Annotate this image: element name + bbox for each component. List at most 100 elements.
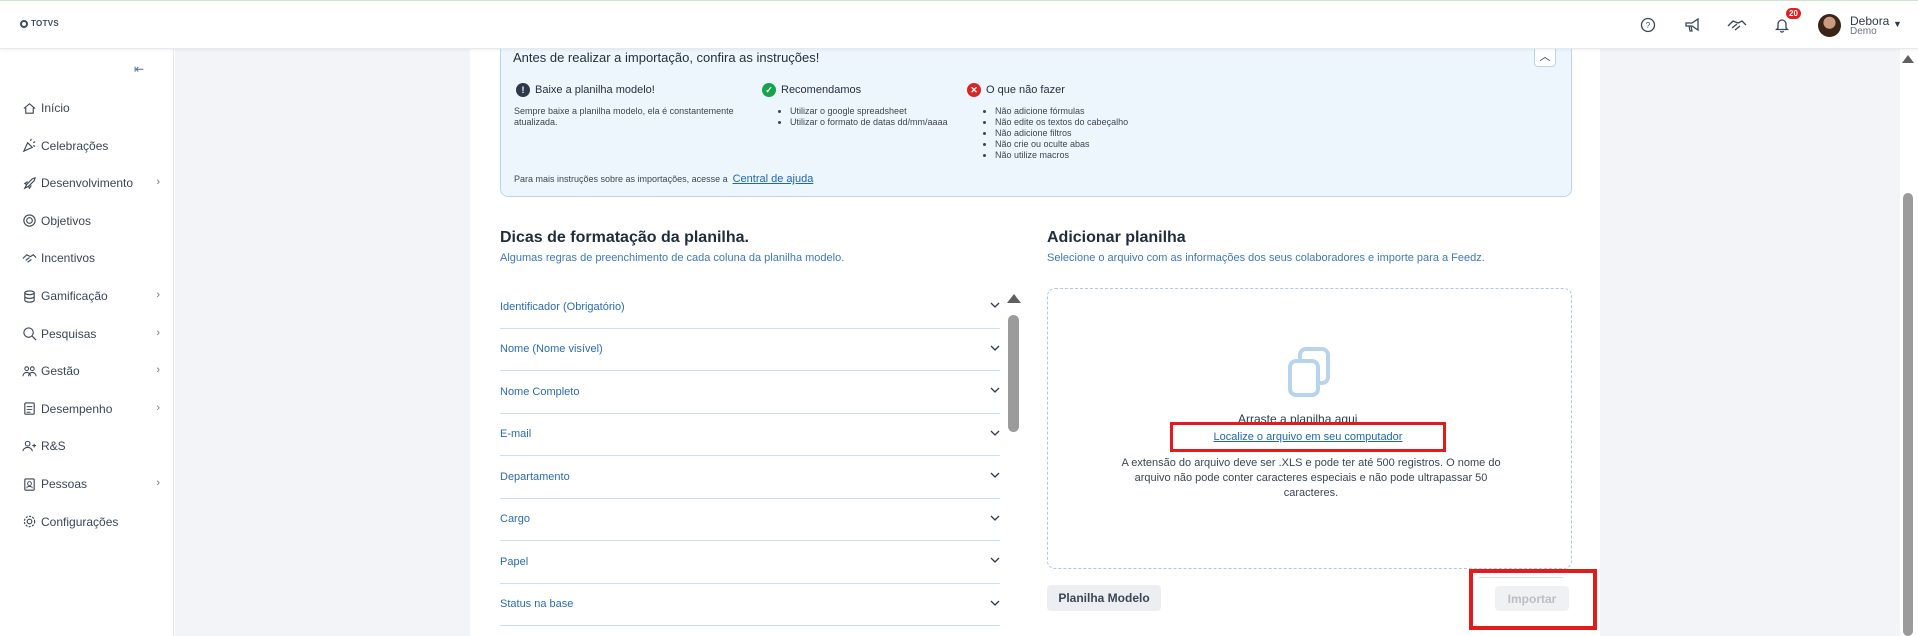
accordion-item-label: Departamento: [500, 470, 570, 483]
sidebar-item-configuracoes[interactable]: Configurações: [22, 510, 160, 534]
list-item: Utilizar o formato de datas dd/mm/aaaa: [790, 117, 948, 128]
chevron-right-icon: ›: [156, 326, 160, 339]
help-footer-text: Para mais instruções sobre as importaçõe…: [514, 174, 728, 184]
chevron-right-icon: ›: [156, 477, 160, 489]
megaphone-icon[interactable]: [1683, 15, 1703, 35]
sidebar-item-label: Celebrações: [41, 138, 109, 153]
accordion-item[interactable]: Departamento: [500, 456, 1000, 499]
sidebar-item-label: Desenvolvimento: [41, 176, 134, 191]
accordion-item[interactable]: E-mail: [500, 414, 1000, 456]
search-icon: [23, 327, 37, 341]
user-role: Demo: [1850, 26, 1877, 37]
tips-accordion: Identificador (Obrigatório) Nome (Nome vi…: [500, 286, 1000, 626]
chevron-down-icon: [990, 600, 1000, 606]
copy-file-icon: [1288, 347, 1330, 397]
party-icon: [22, 138, 36, 153]
sidebar-item-label: Desempenho: [41, 401, 113, 416]
caret-down-icon[interactable]: ▼: [1893, 19, 1902, 29]
coins-icon: [24, 289, 35, 303]
target-icon: [23, 214, 36, 227]
sidebar-item-desempenho[interactable]: Desempenho ›: [22, 397, 160, 421]
accordion-item-label: E-mail: [500, 428, 532, 441]
accordion-item-label: Identificador (Obrigatório): [500, 300, 625, 313]
brand-logo[interactable]: TOTVS: [20, 19, 59, 28]
sidebar-item-label: R&S: [41, 439, 66, 454]
logo-text: TOTVS: [31, 19, 60, 28]
help-icon[interactable]: ?: [1638, 15, 1658, 35]
instructions-title: Antes de realizar a importação, confira …: [513, 50, 820, 65]
scroll-up-arrow-icon[interactable]: [1007, 294, 1021, 303]
people-icon: [22, 365, 37, 376]
avatar[interactable]: [1818, 14, 1841, 37]
sidebar-item-incentivos[interactable]: Incentivos: [22, 246, 160, 270]
accordion-item[interactable]: Nome Completo: [500, 371, 1000, 414]
list-item: Não edite os textos do cabeçalho: [995, 117, 1128, 128]
svg-text:?: ?: [1646, 21, 1651, 30]
tips-scrollbar[interactable]: [1008, 315, 1019, 432]
alert-icon: !: [516, 83, 530, 97]
sidebar-item-gamificacao[interactable]: Gamificação ›: [22, 284, 160, 308]
accordion-item[interactable]: Papel: [500, 541, 1000, 584]
locate-file-link[interactable]: Localize o arquivo em seu computador: [1170, 422, 1446, 452]
handshake-icon[interactable]: [1727, 15, 1747, 35]
sidebar-item-objetivos[interactable]: Objetivos: [22, 209, 160, 233]
accordion-item[interactable]: Cargo: [500, 499, 1000, 541]
sidebar-item-celebracoes[interactable]: Celebrações: [22, 134, 160, 158]
sidebar-item-gestao[interactable]: Gestão ›: [22, 359, 160, 383]
sidebar-item-pessoas[interactable]: Pessoas ›: [22, 472, 160, 496]
recommend-list: Utilizar o google spreadsheet Utilizar o…: [790, 106, 948, 128]
sidebar-item-label: Pessoas: [41, 477, 88, 491]
sidebar-item-label: Configurações: [41, 514, 119, 529]
chevron-right-icon: ›: [156, 289, 160, 301]
sidebar-item-label: Início: [41, 101, 70, 115]
accordion-item-label: Nome Completo: [500, 385, 580, 398]
dont-do-heading: ✕ O que não fazer: [967, 83, 1065, 97]
accordion-item[interactable]: Status na base: [500, 584, 1000, 626]
sidebar-item-label: Incentivos: [41, 251, 96, 266]
accordion-item[interactable]: Nome (Nome visível): [500, 329, 1000, 371]
gear-icon: [23, 515, 36, 528]
upload-subtitle: Selecione o arquivo com as informações d…: [1047, 252, 1485, 264]
list-item: Utilizar o google spreadsheet: [790, 106, 948, 117]
recommend-title: Recomendamos: [781, 84, 862, 96]
sidebar-item-desenvolvimento[interactable]: Desenvolvimento ›: [22, 171, 160, 195]
upload-info-text: A extensão do arquivo deve ser .XLS e po…: [1121, 457, 1501, 499]
accordion-item-label: Nome (Nome visível): [500, 343, 603, 356]
chevron-down-icon: [990, 430, 1000, 436]
import-button[interactable]: Importar: [1495, 586, 1569, 611]
check-icon: ✓: [762, 83, 776, 97]
accordion-item-label: Status na base: [500, 598, 574, 611]
sidebar-item-label: Pesquisas: [41, 326, 97, 341]
page-scroll-up-icon[interactable]: [1902, 55, 1914, 63]
list-item: Não crie ou oculte abas: [995, 139, 1128, 150]
download-model-title: Baixe a planilha modelo!: [535, 84, 655, 96]
sidebar-item-r-s[interactable]: R&S: [22, 434, 160, 458]
logo-mark-icon: [20, 19, 28, 28]
page-scrollbar[interactable]: [1903, 193, 1913, 636]
chevron-down-icon: [990, 472, 1000, 478]
list-item: Não adicione filtros: [995, 128, 1128, 139]
chevron-down-icon: [990, 387, 1000, 393]
chevron-down-icon: [990, 557, 1000, 563]
sidebar-item-pesquisas[interactable]: Pesquisas ›: [22, 322, 160, 346]
download-model-text: Sempre baixe a planilha modelo, ela é co…: [514, 106, 734, 127]
model-sheet-button[interactable]: Planilha Modelo: [1047, 585, 1161, 611]
top-bar: TOTVS ? 20 Debora Demo ▼: [0, 0, 1918, 49]
accordion-item-label: Cargo: [500, 513, 530, 526]
sidebar-item-inicio[interactable]: Início: [22, 96, 160, 120]
home-icon: [23, 102, 36, 114]
dont-do-list: Não adicione fórmulas Não edite os texto…: [995, 106, 1128, 161]
help-center-link[interactable]: Central de ajuda: [733, 174, 814, 185]
collapse-sidebar-icon[interactable]: ⇤: [134, 62, 144, 76]
list-item: Não utilize macros: [995, 150, 1128, 161]
upload-title: Adicionar planilha: [1047, 229, 1186, 246]
list-item: Não adicione fórmulas: [995, 106, 1128, 117]
clipboard-icon: [24, 402, 35, 415]
download-model-heading: ! Baixe a planilha modelo!: [516, 83, 655, 97]
accordion-item[interactable]: Identificador (Obrigatório): [500, 286, 1000, 329]
dont-do-title: O que não fazer: [986, 84, 1065, 96]
chevron-right-icon: ›: [156, 176, 160, 189]
id-badge-icon: [24, 477, 35, 491]
sidebar-item-label: Objetivos: [41, 213, 92, 228]
sidebar-item-label: Gestão: [41, 364, 80, 379]
